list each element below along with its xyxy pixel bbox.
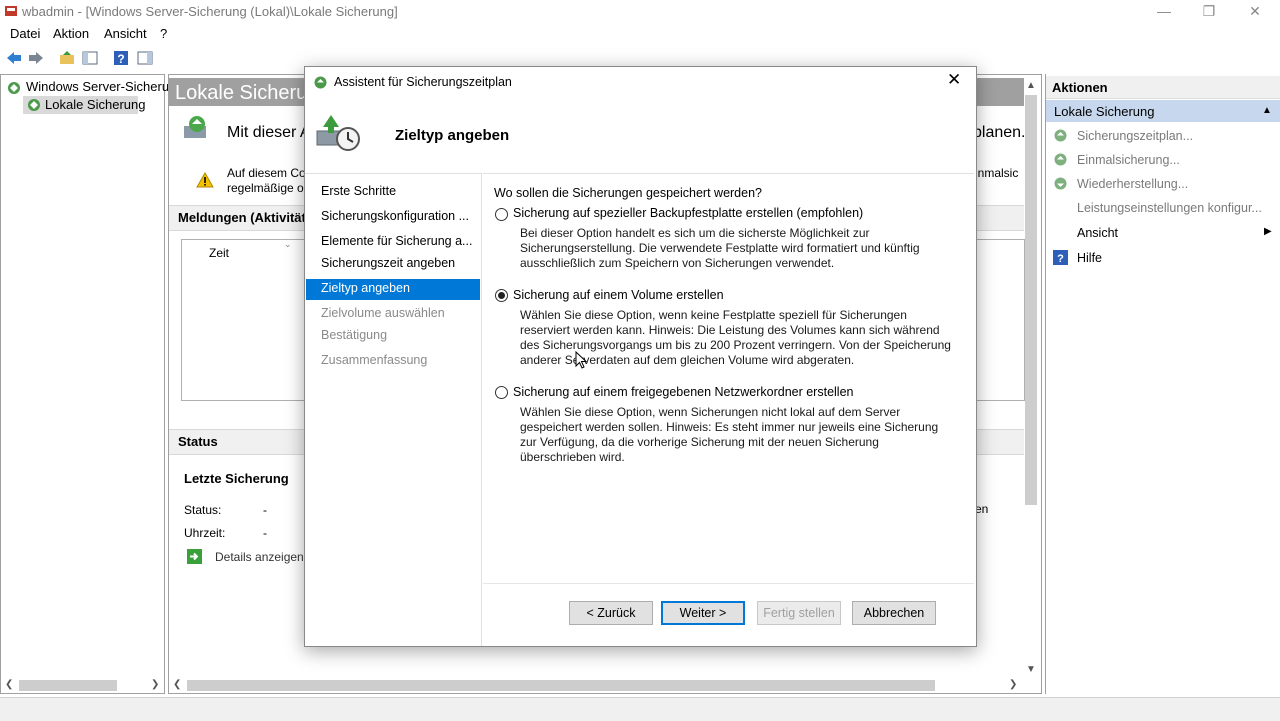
- dialog-title: Assistent für Sicherungszeitplan: [334, 75, 512, 89]
- button-area-divider: [483, 583, 974, 584]
- dialog-close-icon[interactable]: ✕: [947, 70, 961, 90]
- next-button[interactable]: Weiter >: [661, 601, 745, 625]
- option-network-description: Wählen Sie diese Option, wenn Sicherunge…: [520, 405, 939, 464]
- action-schedule[interactable]: Sicherungszeitplan...: [1077, 129, 1193, 143]
- wizard-dialog: Assistent für Sicherungszeitplan ✕ Zielt…: [304, 66, 977, 647]
- messages-title: Meldungen (Aktivität f: [178, 210, 314, 225]
- actions-title: Aktionen: [1052, 80, 1108, 95]
- mouse-cursor-icon: [575, 350, 588, 369]
- details-arrow-icon: [187, 549, 202, 564]
- scroll-up-icon[interactable]: ▲: [1026, 80, 1036, 91]
- scroll-right-icon[interactable]: ❯: [151, 679, 159, 690]
- menu-help[interactable]: ?: [160, 26, 167, 41]
- minimize-icon[interactable]: —: [1141, 0, 1187, 24]
- dialog-title-icon: [313, 75, 328, 90]
- center-right-fragment: en: [975, 502, 989, 516]
- time-label: Uhrzeit:: [184, 526, 226, 540]
- center-scroll-right-icon[interactable]: ❯: [1009, 679, 1017, 690]
- console-tree: Windows Server-Sicherun Lokale Sicherung…: [0, 74, 176, 694]
- menu-bar: Datei Aktion Ansicht ?: [0, 24, 1280, 44]
- question-text: Wo sollen die Sicherungen gespeichert we…: [494, 186, 762, 200]
- backup-once-icon: [1053, 152, 1068, 167]
- option-dedicated-disk-radio[interactable]: [495, 208, 508, 221]
- title-bar: wbadmin - [Windows Server-Sicherung (Lok…: [0, 0, 1280, 24]
- show-hide-action-pane-icon[interactable]: [136, 49, 154, 67]
- svg-text:?: ?: [1057, 253, 1064, 265]
- finish-button: Fertig stellen: [757, 601, 841, 625]
- tree-hscrollbar-thumb[interactable]: [19, 680, 117, 691]
- action-view[interactable]: Ansicht: [1077, 226, 1118, 240]
- option-dedicated-disk-description: Bei dieser Option handelt es sich um die…: [520, 226, 920, 270]
- scroll-down-icon[interactable]: ▼: [1026, 664, 1036, 675]
- scroll-left-icon[interactable]: ❮: [5, 679, 13, 690]
- back-arrow-icon[interactable]: [5, 49, 23, 67]
- center-scroll-left-icon[interactable]: ❮: [173, 679, 181, 690]
- nav-item-summary: Zusammenfassung: [321, 353, 428, 367]
- action-performance[interactable]: Leistungseinstellungen konfigur...: [1077, 201, 1262, 215]
- nav-item-items[interactable]: Elemente für Sicherung a...: [321, 234, 472, 248]
- nav-item-volume: Zielvolume auswählen: [321, 306, 445, 320]
- svg-text:?: ?: [117, 52, 124, 66]
- folder-up-icon[interactable]: [58, 49, 76, 67]
- warning-right-fragment: inmalsic: [975, 166, 1019, 180]
- menu-ansicht[interactable]: Ansicht: [104, 26, 147, 41]
- center-header-title: Lokale Sicherun: [175, 82, 319, 104]
- action-help[interactable]: Hilfe: [1077, 251, 1102, 265]
- local-backup-icon: [26, 97, 42, 113]
- center-intro-right: planen.: [973, 124, 1026, 141]
- last-backup-title: Letzte Sicherung: [184, 471, 289, 486]
- actions-group-title: Lokale Sicherung: [1054, 104, 1155, 119]
- messages-column-time[interactable]: Zeit: [209, 246, 229, 260]
- backup-large-icon: [181, 112, 213, 144]
- window-title: wbadmin - [Windows Server-Sicherung (Lok…: [22, 4, 398, 19]
- nav-item-destination-type[interactable]: Zieltyp angeben: [321, 281, 410, 295]
- wizard-header-icon: [313, 105, 363, 155]
- option-network-radio[interactable]: [495, 386, 508, 399]
- app-icon: [4, 4, 18, 18]
- cancel-button[interactable]: Abbrechen: [852, 601, 936, 625]
- status-label: Status:: [184, 503, 222, 517]
- status-bar: [0, 697, 1280, 721]
- help-icon: ?: [1053, 250, 1068, 265]
- center-hscrollbar-thumb[interactable]: [187, 680, 935, 691]
- show-hide-tree-icon[interactable]: [81, 49, 99, 67]
- action-recover[interactable]: Wiederherstellung...: [1077, 177, 1188, 191]
- status-title: Status: [178, 434, 218, 449]
- option-network-label[interactable]: Sicherung auf einem freigegebenen Netzwe…: [513, 385, 853, 399]
- warning-line2: regelmäßige o: [227, 181, 304, 195]
- tree-item-local[interactable]: Lokale Sicherung: [45, 97, 145, 112]
- menu-datei[interactable]: Datei: [10, 26, 40, 41]
- backup-schedule-icon: [1053, 128, 1068, 143]
- option-volume-radio[interactable]: [495, 289, 508, 302]
- forward-arrow-icon[interactable]: [27, 49, 45, 67]
- option-dedicated-disk-label[interactable]: Sicherung auf spezieller Backupfestplatt…: [513, 206, 863, 220]
- time-value: -: [263, 526, 267, 540]
- menu-aktion[interactable]: Aktion: [53, 26, 89, 41]
- nav-item-backup-config[interactable]: Sicherungskonfiguration ...: [321, 209, 469, 223]
- center-vscrollbar-thumb[interactable]: [1025, 95, 1037, 505]
- content-divider: [483, 173, 974, 174]
- details-link[interactable]: Details anzeigen: [215, 550, 304, 564]
- warning-line1: Auf diesem Co: [227, 166, 306, 180]
- nav-item-confirmation: Bestätigung: [321, 328, 388, 342]
- wizard-heading: Zieltyp angeben: [395, 127, 510, 144]
- tree-item-root[interactable]: Windows Server-Sicherun: [26, 79, 176, 94]
- status-value: -: [263, 503, 267, 517]
- nav-item-getting-started[interactable]: Erste Schritte: [321, 184, 396, 198]
- warning-icon: [196, 171, 214, 188]
- chevron-down-icon: ⌄: [284, 239, 292, 249]
- submenu-arrow-icon: ▶: [1264, 226, 1272, 237]
- nav-item-time[interactable]: Sicherungszeit angeben: [321, 256, 455, 270]
- back-button[interactable]: < Zurück: [569, 601, 653, 625]
- option-volume-label[interactable]: Sicherung auf einem Volume erstellen: [513, 288, 724, 302]
- help-icon[interactable]: ?: [112, 49, 130, 67]
- recover-icon: [1053, 176, 1068, 191]
- center-intro-text: Mit dieser A: [227, 124, 311, 141]
- actions-pane: Aktionen Lokale Sicherung ▲ Sicherungsze…: [1045, 74, 1280, 694]
- close-icon[interactable]: ✕: [1232, 0, 1278, 24]
- server-backup-icon: [6, 80, 22, 96]
- collapse-up-icon[interactable]: ▲: [1262, 105, 1272, 116]
- action-once[interactable]: Einmalsicherung...: [1077, 153, 1180, 167]
- restore-icon[interactable]: ❐: [1186, 0, 1232, 24]
